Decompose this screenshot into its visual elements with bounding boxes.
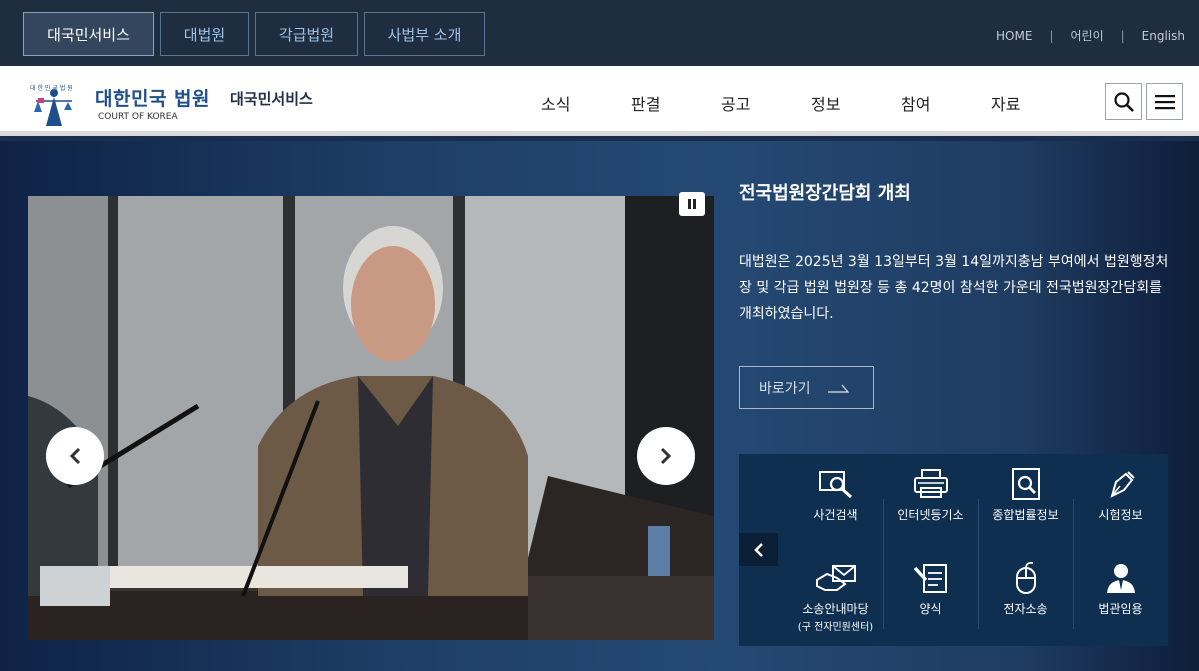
quick-label: 전자소송 [1003,602,1048,616]
quick-exam-info[interactable]: 시험정보 [1073,468,1168,558]
site-header: 대 한 민 국 법 원 대한민국 법원 COURT OF KOREA 대국민서비… [0,66,1199,136]
tab-public-service[interactable]: 대국민서비스 [23,12,154,56]
quick-case-search[interactable]: 사건검색 [788,468,883,558]
top-bar: 대국민서비스 대법원 각급법원 사법부 소개 HOME | 어린이 | Engl… [0,0,1199,66]
slide-title: 전국법원장간담회 개최 [739,183,911,204]
quick-menu: 사건검색 인터넷등기소 종합법률정보 시험정보 소송안내마당 (구 전자민원센터… [739,454,1168,646]
pen-nib-icon [1109,471,1135,498]
court-emblem-logo[interactable]: 대 한 민 국 법 원 [24,74,84,130]
quick-label: 양식 [919,602,942,616]
mouse-icon [1015,562,1036,594]
nav-resources[interactable]: 자료 [991,91,1081,115]
slide-description: 대법원은 2025년 3월 13일부터 3월 14일까지충남 부여에서 법원행정… [739,254,1169,322]
nav-judgments[interactable]: 판결 [631,91,721,115]
tab-courts[interactable]: 각급법원 [255,12,358,56]
chevron-left-icon [69,447,81,465]
kids-link[interactable]: 어린이 [1070,27,1103,44]
chevron-left-icon [753,542,763,557]
nav-news[interactable]: 소식 [541,91,631,115]
slide-next-button[interactable] [637,427,695,485]
printer-icon [913,469,948,498]
slide-photo [28,196,714,640]
go-button[interactable]: 바로가기 [739,366,874,409]
slide-pause-button[interactable] [679,192,705,216]
menu-icon [1154,94,1175,109]
quick-label: 소송안내마당 [802,602,869,616]
quick-label: 종합법률정보 [992,508,1059,522]
form-pencil-icon [913,564,947,593]
logo-subtitle: COURT OF KOREA [98,112,178,122]
tab-supreme-court[interactable]: 대법원 [160,12,249,56]
pause-icon [688,199,696,209]
go-button-label: 바로가기 [759,380,811,397]
quick-legal-info[interactable]: 종합법률정보 [978,468,1073,558]
chevron-right-icon [660,447,672,465]
quick-label: 사건검색 [813,508,858,522]
quick-judge-appointment[interactable]: 법관임용 [1073,562,1168,652]
quick-e-litigation[interactable]: 전자소송 [978,562,1073,652]
arrow-right-icon [827,384,849,393]
judge-person-icon [1106,564,1135,593]
english-link[interactable]: English [1142,29,1185,43]
quick-prev-button[interactable] [739,533,778,566]
quick-sublabel: (구 전자민원센터) [797,622,874,633]
quick-litigation-guide[interactable]: 소송안내마당 (구 전자민원센터) [788,562,883,652]
quick-label: 시험정보 [1098,508,1143,522]
quick-label: 법관임용 [1098,602,1143,616]
magnifier-monitor-icon [818,471,852,499]
menu-button[interactable] [1146,83,1183,120]
link-separator: | [1049,28,1054,43]
search-icon [1113,91,1134,112]
link-separator: | [1120,28,1125,43]
logo-service-name[interactable]: 대국민서비스 [230,88,313,109]
nav-info[interactable]: 정보 [811,91,901,115]
tab-judiciary-intro[interactable]: 사법부 소개 [364,12,485,56]
nav-participation[interactable]: 참여 [901,91,991,115]
slide-prev-button[interactable] [46,427,104,485]
search-button[interactable] [1105,83,1142,120]
home-link[interactable]: HOME [996,29,1032,43]
quick-internet-registry[interactable]: 인터넷등기소 [883,468,978,558]
top-links: HOME | 어린이 | English [996,27,1185,44]
quick-forms[interactable]: 양식 [883,562,978,652]
logo-title[interactable]: 대한민국 법원 [95,84,210,111]
main-nav: 소식 판결 공고 정보 참여 자료 [541,91,1081,115]
handshake-mail-icon [815,565,856,591]
nav-notices[interactable]: 공고 [721,91,811,115]
quick-label: 인터넷등기소 [897,508,964,522]
book-search-icon [1011,468,1040,500]
